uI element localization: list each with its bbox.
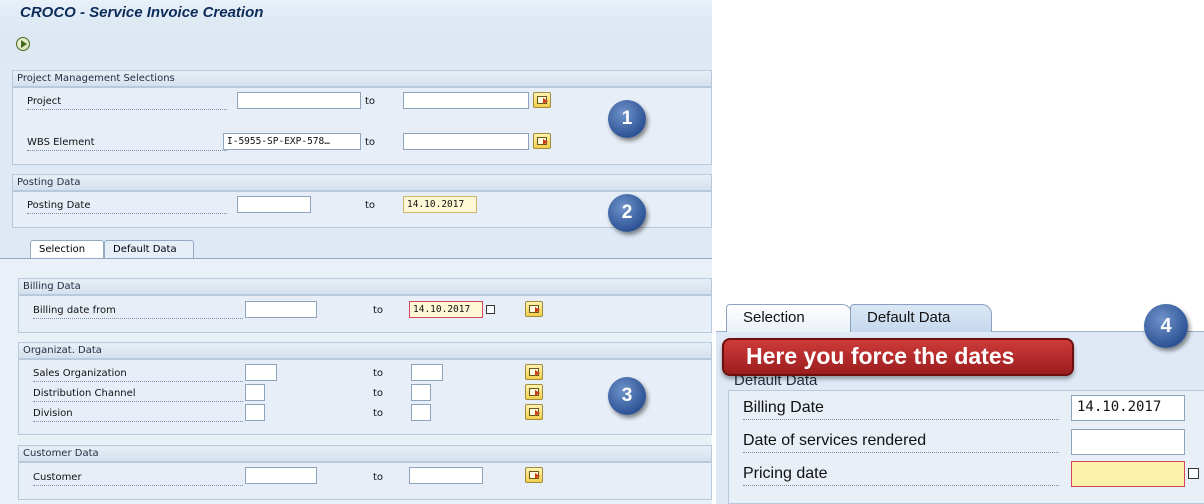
execute-icon[interactable]	[16, 37, 30, 51]
tab-selection[interactable]: Selection	[30, 240, 104, 258]
billing-date-to-label: to	[373, 305, 384, 316]
zoomed-default-data-panel: Selection Default Data 4 Default Data He…	[716, 298, 1204, 504]
billing-date-from-label: Billing date from	[33, 305, 243, 319]
sap-selection-screen: CROCO - Service Invoice Creation Project…	[0, 0, 712, 504]
wbs-element-to-label: to	[365, 137, 376, 148]
callout-badge-1: 1	[608, 100, 646, 138]
multiple-selection-icon[interactable]	[525, 301, 543, 317]
multiple-selection-icon[interactable]	[533, 92, 551, 108]
application-toolbar	[0, 30, 712, 64]
group-header-posting-data: Posting Data	[12, 174, 712, 191]
project-from-input[interactable]	[237, 92, 361, 109]
posting-date-from-input[interactable]	[237, 196, 311, 213]
division-label: Division	[33, 408, 243, 422]
services-rendered-date-input[interactable]	[1071, 429, 1185, 455]
distribution-channel-label: Distribution Channel	[33, 388, 243, 402]
group-header-organizational-data: Organizat. Data	[18, 342, 712, 359]
annotation-banner: Here you force the dates	[722, 338, 1074, 376]
customer-data-group: Customer to	[18, 462, 712, 500]
posting-date-to-input[interactable]: 14.10.2017	[403, 196, 477, 213]
billing-date-input[interactable]: 14.10.2017	[1071, 395, 1185, 421]
services-rendered-date-label: Date of services rendered	[743, 432, 1059, 453]
customer-from-input[interactable]	[245, 467, 317, 484]
sales-organization-to-label: to	[373, 368, 384, 379]
value-help-icon[interactable]	[1188, 468, 1199, 479]
billing-data-group: Billing date from to 14.10.2017	[18, 295, 712, 333]
multiple-selection-icon[interactable]	[525, 364, 543, 380]
division-to-label: to	[373, 408, 384, 419]
billing-date-from-input[interactable]	[245, 301, 317, 318]
posting-data-group: Posting Date to 14.10.2017	[12, 191, 712, 228]
multiple-selection-icon[interactable]	[525, 404, 543, 420]
division-from-input[interactable]	[245, 404, 265, 421]
sales-organization-label: Sales Organization	[33, 368, 243, 382]
group-header-customer-data: Customer Data	[18, 445, 712, 462]
wbs-element-from-input[interactable]: I-5955-SP-EXP-578…	[223, 133, 361, 150]
posting-date-to-label: to	[365, 200, 376, 211]
distribution-channel-to-label: to	[373, 388, 384, 399]
division-to-input[interactable]	[411, 404, 431, 421]
sales-organization-to-input[interactable]	[411, 364, 443, 381]
group-header-project-management: Project Management Selections	[12, 70, 712, 87]
project-label: Project	[27, 96, 227, 110]
customer-to-input[interactable]	[409, 467, 483, 484]
project-to-label: to	[365, 96, 376, 107]
multiple-selection-icon[interactable]	[525, 384, 543, 400]
multiple-selection-icon[interactable]	[525, 467, 543, 483]
pricing-date-input[interactable]	[1071, 461, 1185, 487]
zoom-tab-default-data[interactable]: Default Data	[850, 304, 992, 332]
project-management-group: Project to WBS Element I-5955-SP-EXP-578…	[12, 87, 712, 165]
pricing-date-label: Pricing date	[743, 465, 1059, 486]
zoom-tab-selection[interactable]: Selection	[726, 304, 852, 332]
callout-badge-2: 2	[608, 194, 646, 232]
group-header-billing-data: Billing Data	[18, 278, 712, 295]
wbs-element-to-input[interactable]	[403, 133, 529, 150]
distribution-channel-to-input[interactable]	[411, 384, 431, 401]
title-bar: CROCO - Service Invoice Creation	[0, 0, 712, 26]
posting-date-label: Posting Date	[27, 200, 227, 214]
default-data-group: Billing Date 14.10.2017 Date of services…	[728, 390, 1204, 504]
tab-default-data[interactable]: Default Data	[104, 240, 194, 258]
callout-badge-4: 4	[1144, 304, 1188, 348]
multiple-selection-icon[interactable]	[533, 133, 551, 149]
customer-label: Customer	[33, 472, 243, 486]
callout-badge-3: 3	[608, 377, 646, 415]
billing-date-to-input[interactable]: 14.10.2017	[409, 301, 483, 318]
value-help-icon[interactable]	[486, 305, 495, 314]
sales-organization-from-input[interactable]	[245, 364, 277, 381]
project-to-input[interactable]	[403, 92, 529, 109]
distribution-channel-from-input[interactable]	[245, 384, 265, 401]
wbs-element-label: WBS Element	[27, 137, 227, 151]
window-title: CROCO - Service Invoice Creation	[20, 4, 264, 21]
customer-to-label: to	[373, 472, 384, 483]
billing-date-label: Billing Date	[743, 399, 1059, 420]
